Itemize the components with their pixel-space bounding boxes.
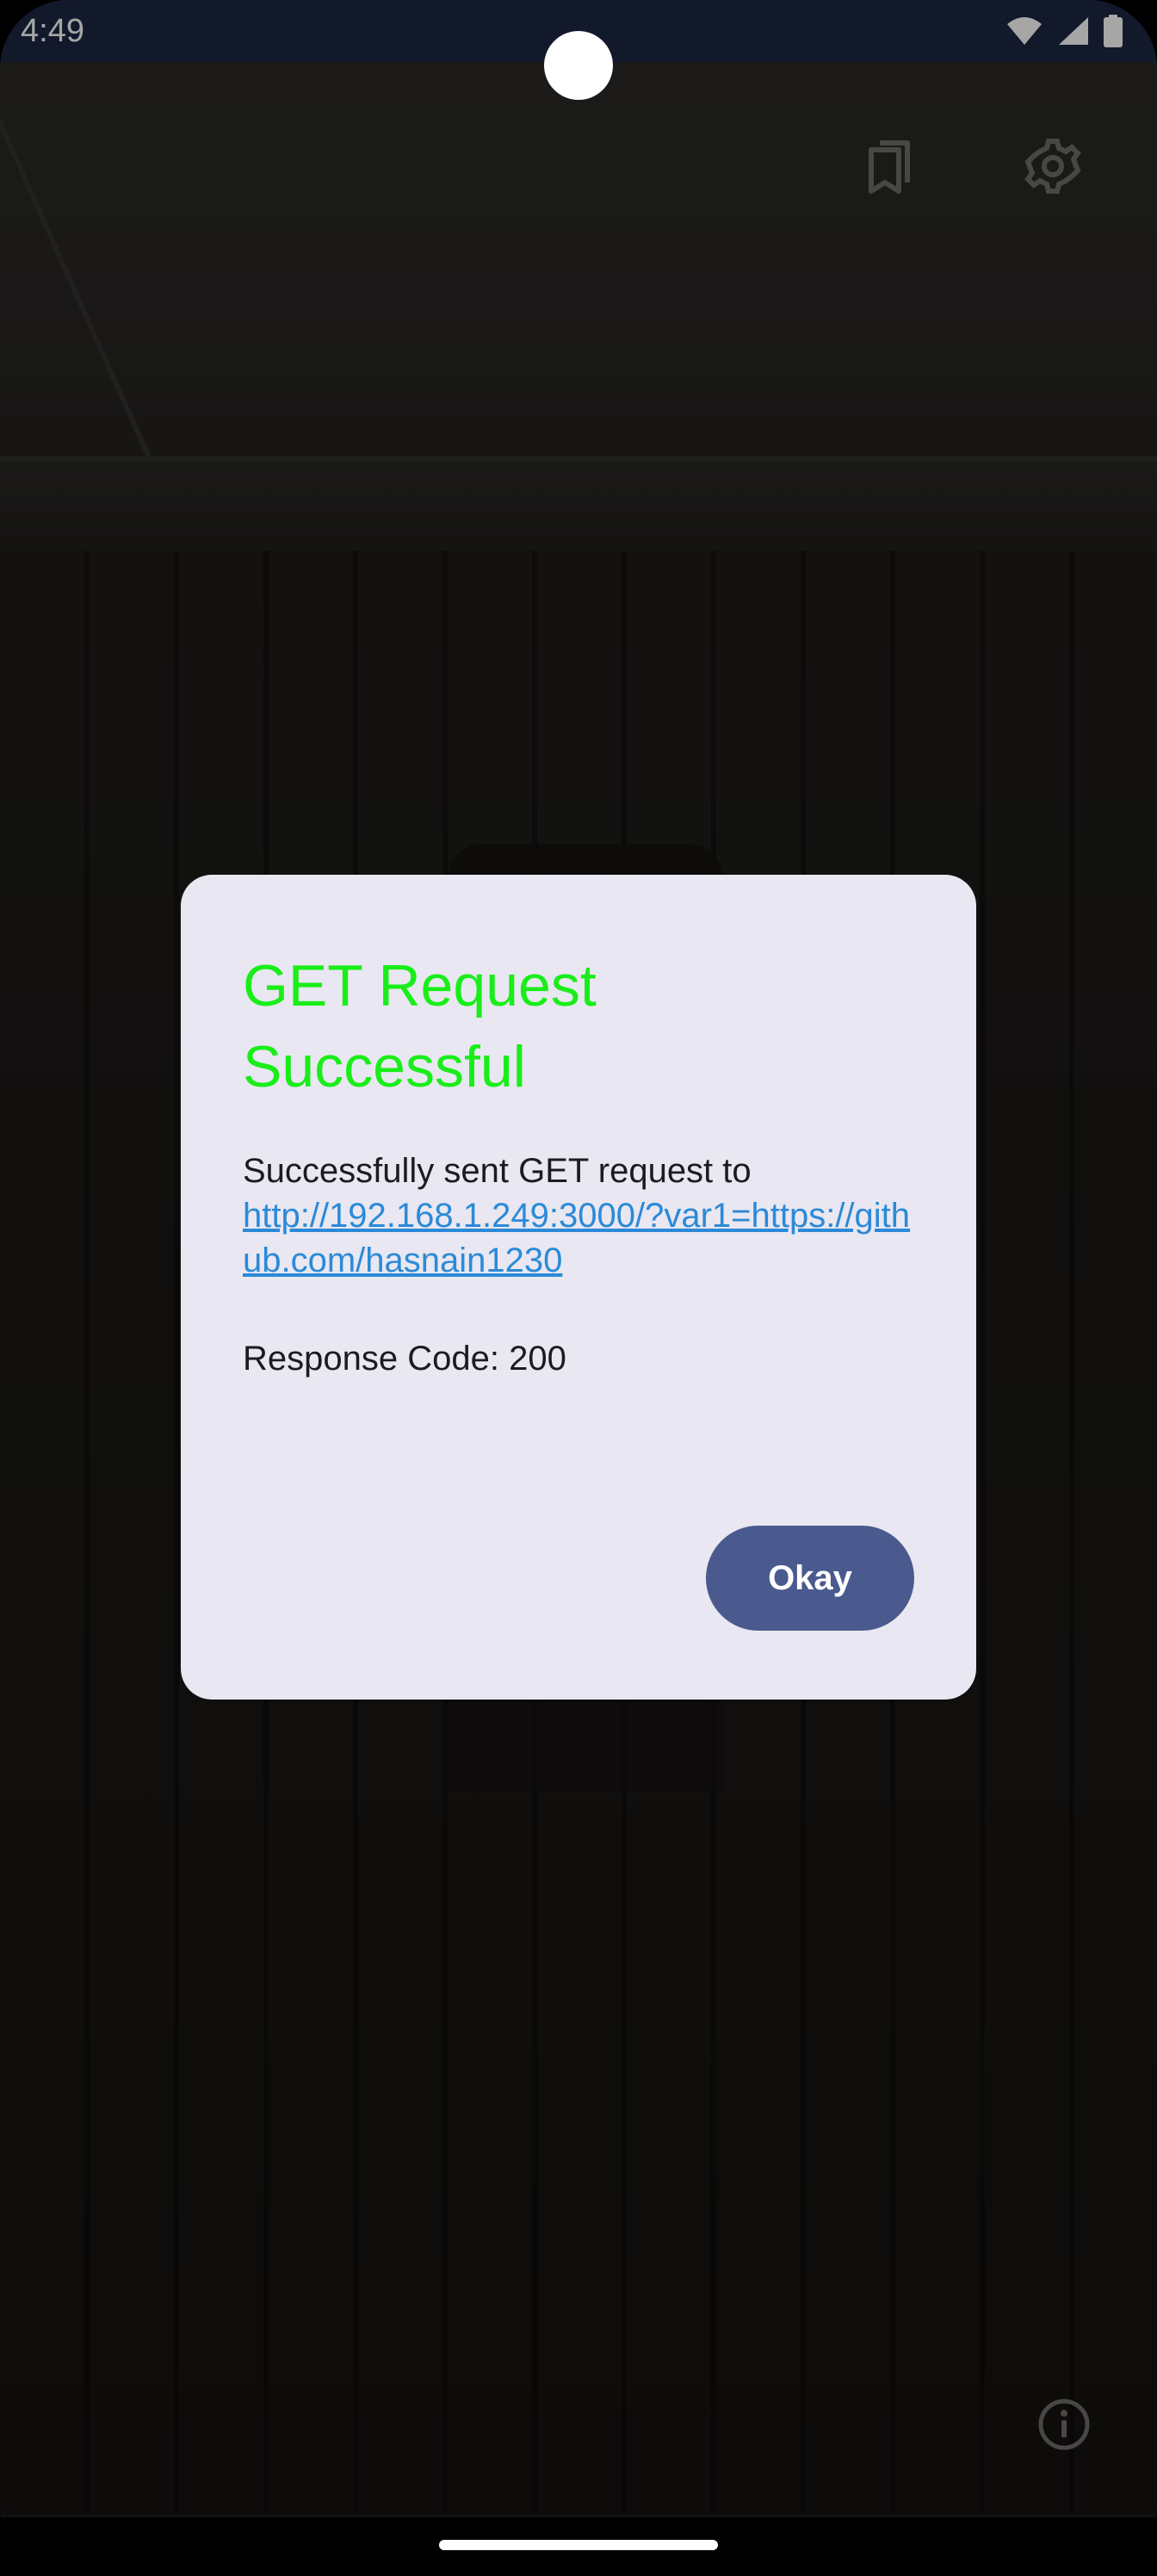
request-url-link[interactable]: http://192.168.1.249:3000/?var1=https://… [243,1193,923,1283]
home-indicator[interactable] [439,2540,718,2550]
camera-cutout [544,31,613,100]
dialog-message-text: Successfully sent GET request to [243,1152,752,1190]
dialog-title: GET Request Successful [243,953,597,1099]
dialog-message: Successfully sent GET request to http://… [243,1149,931,1283]
success-dialog: GET Request Successful Successfully sent… [181,875,976,1700]
okay-button[interactable]: Okay [706,1526,914,1631]
response-code-text: Response Code: 200 [243,1340,566,1378]
screen: 4:49 GET Request Successful Successfully… [0,0,1157,2576]
